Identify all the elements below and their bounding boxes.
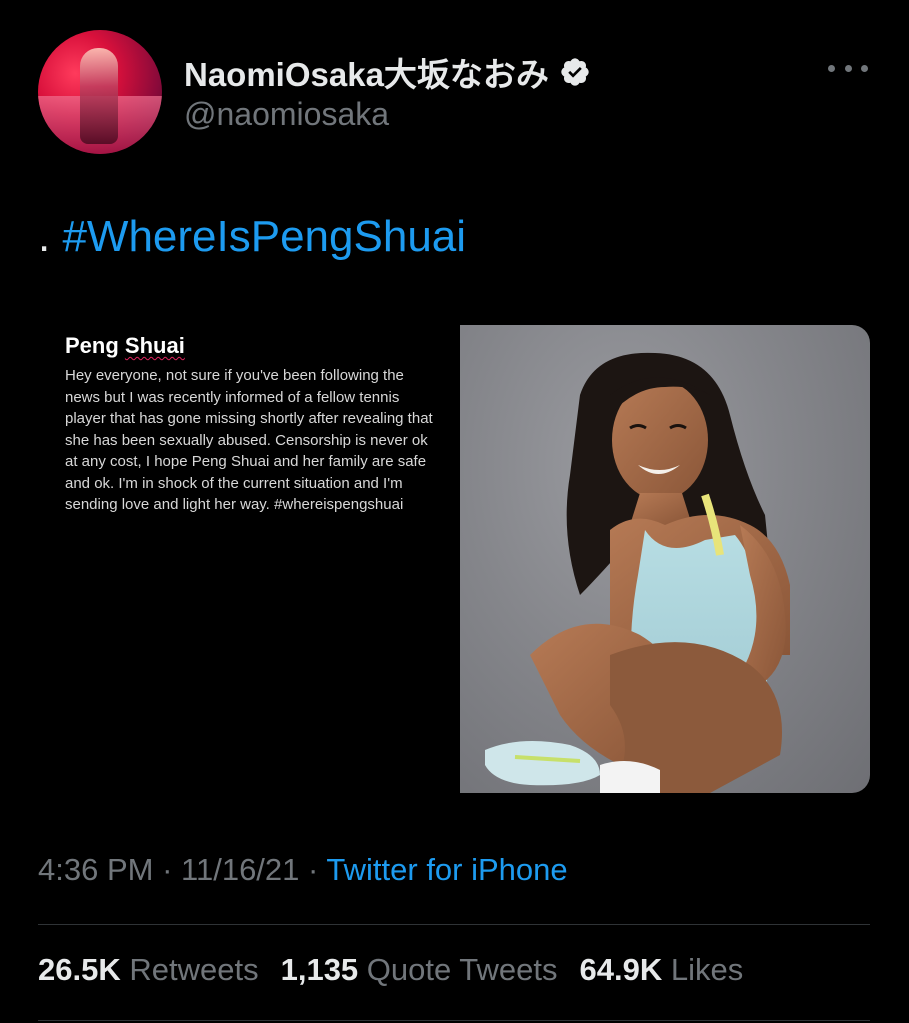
tweet-timestamp: 4:36 PM · 11/16/21 · Twitter for iPhone xyxy=(38,852,568,888)
tweet-prefix: . xyxy=(38,212,63,261)
divider xyxy=(38,1020,870,1021)
meta-separator: · xyxy=(308,852,319,887)
retweets-label: Retweets xyxy=(129,952,259,987)
author-handle[interactable]: @naomiosaka xyxy=(184,96,389,133)
tweet-date[interactable]: 11/16/21 xyxy=(181,852,299,887)
divider xyxy=(38,924,870,925)
more-options-button[interactable] xyxy=(828,56,868,80)
author-display-name[interactable]: NaomiOsaka大坂なおみ xyxy=(184,48,549,96)
author-avatar[interactable] xyxy=(38,30,162,154)
likes-stat[interactable]: 64.9K Likes xyxy=(580,952,744,988)
note-body: Hey everyone, not sure if you've been fo… xyxy=(65,367,433,513)
verified-badge-icon xyxy=(561,58,589,86)
author-display-name-row[interactable]: NaomiOsaka大坂なおみ xyxy=(184,48,591,96)
quote-tweets-stat[interactable]: 1,135 Quote Tweets xyxy=(281,952,558,988)
likes-count: 64.9K xyxy=(579,952,663,987)
photo-illustration xyxy=(485,352,790,793)
hashtag-link[interactable]: #WhereIsPengShuai xyxy=(62,212,466,261)
peng-shuai-photo[interactable] xyxy=(460,325,870,793)
retweets-count: 26.5K xyxy=(38,952,121,987)
note-title: Peng Shuai xyxy=(65,333,185,359)
tweet-source-link[interactable]: Twitter for iPhone xyxy=(326,852,567,887)
retweets-stat[interactable]: 26.5K Retweets xyxy=(38,952,259,988)
likes-label: Likes xyxy=(670,952,744,987)
note-title-text: Peng Shuai xyxy=(65,333,185,358)
more-dot-icon xyxy=(844,64,852,72)
engagement-stats: 26.5K Retweets 1,135 Quote Tweets 64.9K … xyxy=(38,952,743,988)
quote-tweets-label: Quote Tweets xyxy=(366,952,558,987)
more-dot-icon xyxy=(861,64,868,72)
meta-separator: · xyxy=(162,852,173,887)
tweet-text: . #WhereIsPengShuai xyxy=(38,212,466,262)
tweet-time[interactable]: 4:36 PM xyxy=(38,852,153,887)
spellcheck-word: Shuai xyxy=(124,333,185,358)
notes-screenshot: Peng Shuai Hey everyone, not sure if you… xyxy=(38,325,458,793)
avatar-figure xyxy=(80,48,118,144)
more-dot-icon xyxy=(828,64,835,72)
quote-tweets-count: 1,135 xyxy=(280,952,359,987)
tweet-media[interactable]: Peng Shuai Hey everyone, not sure if you… xyxy=(38,325,870,793)
